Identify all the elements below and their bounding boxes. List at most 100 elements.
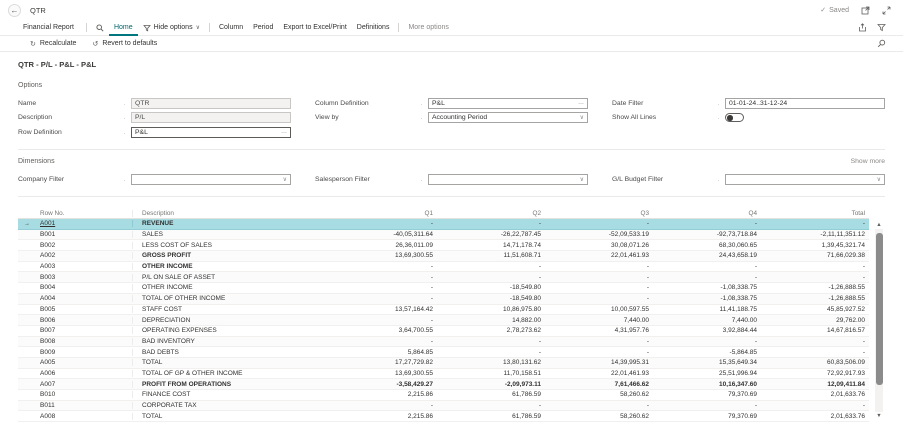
q1-cell[interactable]: - bbox=[329, 338, 437, 345]
table-row[interactable]: B002LESS COST OF SALES26,36,011.0914,71,… bbox=[18, 240, 869, 251]
q1-cell[interactable]: -3,58,429.27 bbox=[329, 381, 437, 388]
date-filter-input[interactable] bbox=[729, 100, 881, 107]
q1-cell[interactable]: - bbox=[329, 295, 437, 302]
description-cell[interactable]: CORPORATE TAX bbox=[132, 402, 329, 409]
q3-cell[interactable]: 4,31,957.76 bbox=[545, 327, 653, 334]
menu-item-export[interactable]: Export to Excel/Print bbox=[278, 24, 351, 31]
q1-cell[interactable]: -40,05,311.64 bbox=[329, 231, 437, 238]
table-row[interactable]: A005TOTAL17,27,729.8213,80,131.6214,39,9… bbox=[18, 358, 869, 369]
q2-cell[interactable]: - bbox=[437, 274, 545, 281]
q2-cell[interactable]: 11,70,158.51 bbox=[437, 370, 545, 377]
row-no-cell[interactable]: A003 bbox=[36, 263, 132, 270]
description-cell[interactable]: OTHER INCOME bbox=[132, 263, 329, 270]
row-no-cell[interactable]: B009 bbox=[36, 349, 132, 356]
description-cell[interactable]: TOTAL bbox=[132, 413, 329, 420]
menu-item-period[interactable]: Period bbox=[248, 24, 278, 31]
row-no-cell[interactable]: B004 bbox=[36, 284, 132, 291]
chevron-down-icon[interactable]: ∨ bbox=[580, 114, 584, 121]
recalculate-button[interactable]: ↻ Recalculate bbox=[22, 40, 84, 48]
row-no-cell[interactable]: A005 bbox=[36, 359, 132, 366]
description-cell[interactable]: GROSS PROFIT bbox=[132, 252, 329, 259]
table-row[interactable]: B008BAD INVENTORY----- bbox=[18, 337, 869, 348]
row-no-cell[interactable]: B002 bbox=[36, 242, 132, 249]
q1-cell[interactable]: 26,36,011.09 bbox=[329, 242, 437, 249]
q3-cell[interactable]: 7,440.00 bbox=[545, 317, 653, 324]
q3-cell[interactable]: 30,08,071.26 bbox=[545, 242, 653, 249]
q2-cell[interactable]: - bbox=[437, 349, 545, 356]
description-cell[interactable]: STAFF COST bbox=[132, 306, 329, 313]
table-row[interactable]: B010FINANCE COST2,215.8661,786.5958,260.… bbox=[18, 390, 869, 401]
open-in-new-window-button[interactable] bbox=[861, 6, 870, 15]
q4-cell[interactable]: 79,370.69 bbox=[653, 391, 761, 398]
table-row[interactable]: A008TOTAL2,215.8661,786.5958,260.6279,37… bbox=[18, 411, 869, 422]
total-cell[interactable]: 2,01,633.76 bbox=[761, 391, 869, 398]
view-by-select[interactable]: Accounting Period ∨ bbox=[428, 112, 588, 123]
row-no-cell[interactable]: A007 bbox=[36, 381, 132, 388]
q1-cell[interactable]: 17,27,729.82 bbox=[329, 359, 437, 366]
tab-home[interactable]: Home bbox=[109, 20, 138, 36]
date-filter-field[interactable] bbox=[725, 98, 885, 109]
description-cell[interactable]: TOTAL bbox=[132, 359, 329, 366]
q2-cell[interactable]: 14,882.00 bbox=[437, 317, 545, 324]
q2-cell[interactable]: 61,786.59 bbox=[437, 413, 545, 420]
total-cell[interactable]: 12,09,411.84 bbox=[761, 381, 869, 388]
company-filter-select[interactable]: ∨ bbox=[131, 174, 291, 185]
description-cell[interactable]: PROFIT FROM OPERATIONS bbox=[132, 381, 329, 388]
q3-cell[interactable]: 22,01,461.93 bbox=[545, 370, 653, 377]
row-definition-field[interactable]: P&L … bbox=[131, 127, 291, 138]
q1-cell[interactable]: 13,69,300.55 bbox=[329, 370, 437, 377]
q2-cell[interactable]: - bbox=[437, 402, 545, 409]
q3-cell[interactable]: - bbox=[545, 220, 653, 227]
lookup-ellipsis-icon[interactable]: … bbox=[578, 100, 584, 106]
row-no-cell[interactable]: B011 bbox=[36, 402, 132, 409]
table-row[interactable]: B009BAD DEBTS5,864.85---5,864.85- bbox=[18, 347, 869, 358]
q4-cell[interactable]: 11,41,188.75 bbox=[653, 306, 761, 313]
q4-cell[interactable]: 25,51,996.94 bbox=[653, 370, 761, 377]
row-no-cell[interactable]: B005 bbox=[36, 306, 132, 313]
row-no-cell[interactable]: B008 bbox=[36, 338, 132, 345]
q1-cell[interactable]: 2,215.86 bbox=[329, 413, 437, 420]
total-cell[interactable]: 14,67,816.57 bbox=[761, 327, 869, 334]
q4-cell[interactable]: - bbox=[653, 263, 761, 270]
q4-cell[interactable]: - bbox=[653, 402, 761, 409]
description-cell[interactable]: SALES bbox=[132, 231, 329, 238]
q4-cell[interactable]: 3,92,884.44 bbox=[653, 327, 761, 334]
scroll-down-button[interactable]: ▼ bbox=[875, 412, 883, 420]
q1-cell[interactable]: 13,57,164.42 bbox=[329, 306, 437, 313]
total-cell[interactable]: -1,26,888.55 bbox=[761, 284, 869, 291]
menu-item-column[interactable]: Column bbox=[214, 24, 248, 31]
q1-cell[interactable]: - bbox=[329, 317, 437, 324]
scrollbar-thumb[interactable] bbox=[876, 233, 883, 385]
q3-cell[interactable]: - bbox=[545, 402, 653, 409]
back-button[interactable]: ← bbox=[8, 4, 21, 17]
description-cell[interactable]: BAD INVENTORY bbox=[132, 338, 329, 345]
q1-cell[interactable]: 13,69,300.55 bbox=[329, 252, 437, 259]
q1-cell[interactable]: 3,64,700.55 bbox=[329, 327, 437, 334]
table-row[interactable]: B007OPERATING EXPENSES3,64,700.552,78,27… bbox=[18, 326, 869, 337]
q1-cell[interactable]: 5,864.85 bbox=[329, 349, 437, 356]
q2-cell[interactable]: -18,549.80 bbox=[437, 295, 545, 302]
row-no-cell[interactable]: A002 bbox=[36, 252, 132, 259]
total-cell[interactable]: -1,26,888.55 bbox=[761, 295, 869, 302]
total-cell[interactable]: -2,11,11,351.12 bbox=[761, 231, 869, 238]
q3-cell[interactable]: 58,260.62 bbox=[545, 413, 653, 420]
total-cell[interactable]: - bbox=[761, 349, 869, 356]
q2-cell[interactable]: 61,786.59 bbox=[437, 391, 545, 398]
total-cell[interactable]: - bbox=[761, 274, 869, 281]
q2-cell[interactable]: 11,51,608.71 bbox=[437, 252, 545, 259]
table-row[interactable]: A006TOTAL OF GP & OTHER INCOME13,69,300.… bbox=[18, 369, 869, 380]
q2-cell[interactable]: 13,80,131.62 bbox=[437, 359, 545, 366]
description-cell[interactable]: TOTAL OF OTHER INCOME bbox=[132, 295, 329, 302]
search-actions-button[interactable] bbox=[91, 24, 109, 32]
hide-options-button[interactable]: Hide options ∨ bbox=[138, 24, 205, 32]
table-row[interactable]: A004TOTAL OF OTHER INCOME--18,549.80--1,… bbox=[18, 294, 869, 305]
filter-pane-button[interactable] bbox=[872, 23, 891, 32]
row-no-cell[interactable]: B006 bbox=[36, 317, 132, 324]
q3-cell[interactable]: - bbox=[545, 295, 653, 302]
row-no-cell[interactable]: A006 bbox=[36, 370, 132, 377]
q2-cell[interactable]: 10,86,975.80 bbox=[437, 306, 545, 313]
total-cell[interactable]: 60,83,506.09 bbox=[761, 359, 869, 366]
gl-budget-filter-select[interactable]: ∨ bbox=[725, 174, 885, 185]
total-cell[interactable]: 29,762.00 bbox=[761, 317, 869, 324]
vertical-scrollbar[interactable]: ▲ ▼ bbox=[875, 221, 883, 420]
